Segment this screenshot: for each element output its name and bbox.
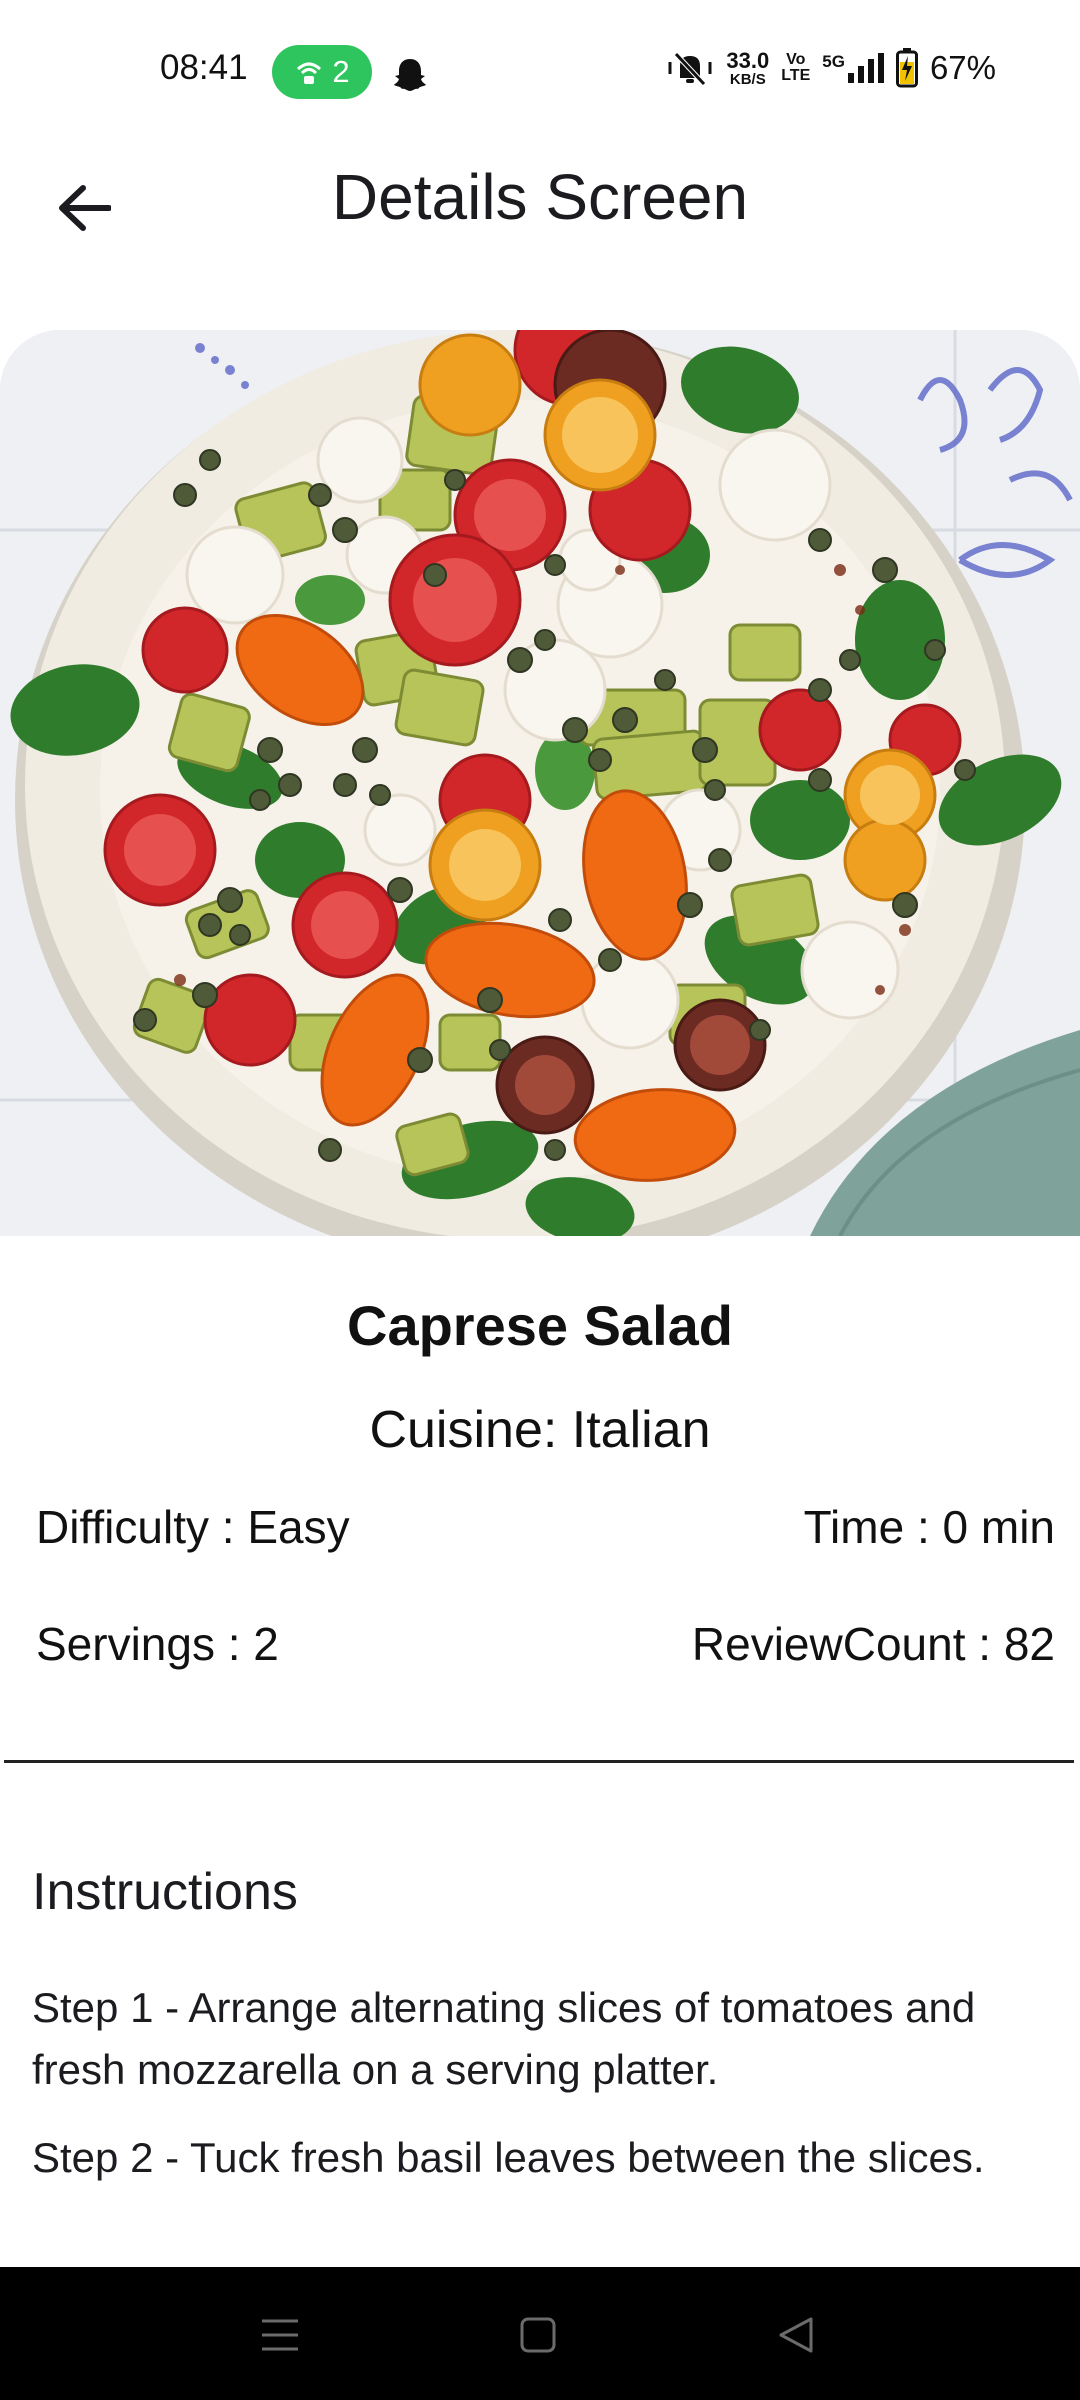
page-title: Details Screen [331, 161, 749, 233]
status-bar: 08:41 2 33.0 KB/S Vo LTE 5G 67% [0, 0, 1080, 140]
instructions-title: Instructions [32, 1863, 298, 1921]
back-triangle-icon [779, 2317, 813, 2353]
recipe-time: Time : 0 min [803, 1501, 1055, 1553]
instruction-step: Step 1 - Arrange alternating slices of t… [32, 1984, 976, 2093]
volte-top: Vo [786, 51, 806, 68]
battery-charging-icon [895, 48, 918, 88]
menu-icon [262, 2319, 298, 2351]
app-bar: Details Screen [0, 140, 1080, 260]
recipe-difficulty: Difficulty : Easy [36, 1501, 350, 1553]
mute-vibrate-icon [668, 52, 712, 86]
home-button[interactable] [508, 2305, 568, 2365]
wifi-hotspot-icon [297, 62, 322, 84]
status-right: 33.0 KB/S Vo LTE 5G 67% [666, 48, 996, 88]
volte-bottom: LTE [781, 67, 811, 84]
recipe-review-count: ReviewCount : 82 [691, 1618, 1055, 1670]
caprese-salad-illustration [0, 330, 1080, 1236]
home-square-icon [520, 2317, 556, 2353]
data-rate-unit: KB/S [729, 70, 766, 88]
snapchat-icon [394, 59, 426, 91]
network-type: 5G [822, 52, 845, 71]
recipe-name: Caprese Salad [347, 1294, 733, 1357]
data-rate: 33.0 KB/S [726, 47, 770, 88]
section-divider [4, 1760, 1074, 1763]
status-time: 08:41 [160, 48, 248, 87]
signal-group: 5G [822, 53, 884, 83]
volte-indicator: Vo LTE [781, 52, 810, 84]
instruction-step: Step 2 - Tuck fresh basil leaves between… [32, 2134, 985, 2181]
recipe-image [0, 330, 1080, 1236]
recipe-cuisine: Cuisine: Italian [369, 1401, 711, 1459]
back-nav-button[interactable] [766, 2305, 826, 2365]
hotspot-badge: 2 [272, 45, 372, 99]
hotspot-count: 2 [332, 54, 350, 89]
battery-percent: 67% [929, 49, 996, 86]
system-nav-bar [0, 2267, 1080, 2400]
data-rate-value: 33.0 [726, 47, 770, 73]
recipe-servings: Servings : 2 [36, 1618, 279, 1670]
recents-button[interactable] [250, 2305, 310, 2365]
signal-icon [847, 53, 884, 83]
